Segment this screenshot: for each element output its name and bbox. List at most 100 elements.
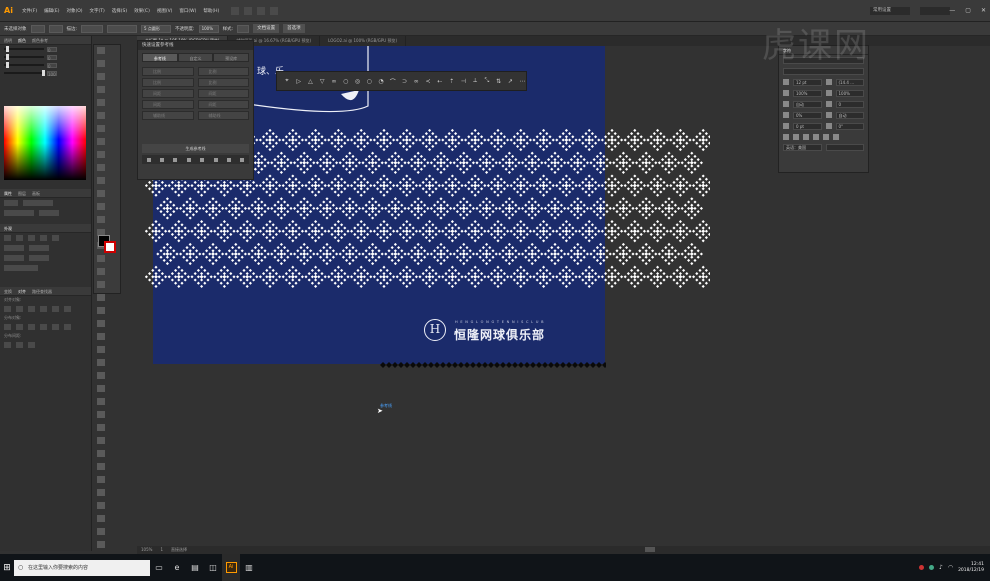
tool-icon[interactable] <box>97 385 105 392</box>
tool-icon[interactable] <box>97 424 105 431</box>
tool-icon[interactable] <box>97 489 105 496</box>
edge-browser-icon[interactable]: e <box>168 554 186 581</box>
distribute-icon[interactable] <box>28 324 35 330</box>
bridge-icon[interactable] <box>231 6 240 15</box>
path-tool-icon[interactable]: ▽ <box>318 78 326 85</box>
tab-document-3[interactable]: LOGO2.ai @ 100% (RGB/GPU 预览) <box>320 36 407 46</box>
path-tool-icon[interactable]: ∞ <box>330 78 338 85</box>
channel-value[interactable]: 0 <box>47 46 57 53</box>
tool-icon[interactable] <box>97 463 105 470</box>
aki-field[interactable]: 自动 <box>835 112 864 119</box>
tool-icon[interactable] <box>97 73 105 80</box>
guide-option[interactable]: 辅助线 <box>197 111 249 120</box>
guide-option[interactable]: 间距 <box>197 89 249 98</box>
brush-field[interactable]: 5 点圆形 <box>141 24 172 33</box>
guide-option[interactable]: 比例 <box>142 78 194 87</box>
menu-edit[interactable]: 编辑(E) <box>44 8 59 14</box>
rotation-field[interactable]: 0° <box>835 123 864 130</box>
tab-pathfinder[interactable]: 路径查找器 <box>32 287 52 295</box>
appearance-swatch[interactable] <box>28 235 35 241</box>
channel-value[interactable]: 0 <box>47 54 57 61</box>
align-icon[interactable] <box>226 157 231 162</box>
network-icon[interactable]: ◠ <box>948 564 953 571</box>
distribute-icon[interactable] <box>64 324 71 330</box>
all-caps-icon[interactable] <box>783 134 789 140</box>
close-button[interactable]: ✕ <box>981 7 986 14</box>
gpu-icon[interactable] <box>270 6 279 15</box>
align-icon[interactable] <box>200 157 205 162</box>
stock-search-input[interactable] <box>920 7 950 15</box>
tool-icon[interactable] <box>97 47 105 54</box>
menu-select[interactable]: 选择(S) <box>112 8 127 14</box>
appearance-swatch[interactable] <box>4 265 38 271</box>
tool-icon[interactable] <box>97 450 105 457</box>
path-tool-icon[interactable]: ⇅ <box>495 78 503 85</box>
appearance-swatch[interactable] <box>4 245 24 251</box>
path-tool-icon[interactable]: ▷ <box>295 78 303 85</box>
tool-icon[interactable] <box>97 398 105 405</box>
path-tool-icon[interactable]: ⊣ <box>459 78 467 85</box>
taskbar-search-input[interactable]: 在这里输入你要搜索的内容 <box>14 559 150 576</box>
tool-icon[interactable] <box>97 346 105 353</box>
align-middle-icon[interactable] <box>52 306 59 312</box>
tab-color[interactable]: 颜色 <box>18 36 26 44</box>
path-tool-icon[interactable]: ↗ <box>507 78 515 85</box>
preferences-button[interactable]: 首选项 <box>283 24 305 33</box>
guide-option[interactable]: 辅助线 <box>142 111 194 120</box>
menu-file[interactable]: 文件(F) <box>22 8 37 14</box>
distribute-icon[interactable] <box>16 324 23 330</box>
opacity-field[interactable]: 100% <box>198 24 219 33</box>
tool-icon[interactable] <box>97 190 105 197</box>
distribute-icon[interactable] <box>40 324 47 330</box>
distribute-icon[interactable] <box>4 324 11 330</box>
tracking-field[interactable]: 0 <box>835 101 864 108</box>
menu-window[interactable]: 窗口(W) <box>179 8 196 14</box>
fill-swatch[interactable] <box>30 24 45 33</box>
tool-icon[interactable] <box>97 268 105 275</box>
path-tool-icon[interactable]: ≺ <box>424 78 432 85</box>
subscript-icon[interactable] <box>813 134 819 140</box>
tab-transparency[interactable]: 透明 <box>4 36 12 44</box>
tab-transform[interactable]: 变换 <box>4 287 12 295</box>
channel-slider[interactable] <box>4 54 44 60</box>
tool-icon[interactable] <box>97 112 105 119</box>
property-field[interactable] <box>39 210 59 216</box>
tool-icon[interactable] <box>97 411 105 418</box>
path-tool-icon[interactable]: ○ <box>342 78 350 85</box>
path-tool-icon[interactable]: ⊃ <box>401 78 409 85</box>
tsume-field[interactable]: 0% <box>793 112 822 119</box>
tool-icon[interactable] <box>97 541 105 548</box>
menu-view[interactable]: 视图(V) <box>157 8 173 14</box>
align-icon[interactable] <box>186 157 191 162</box>
stroke-weight-field[interactable] <box>81 24 104 33</box>
menu-help[interactable]: 帮助(H) <box>203 8 219 14</box>
path-tool-icon[interactable]: ⋯ <box>518 78 526 85</box>
guide-option[interactable]: 比例 <box>197 67 249 76</box>
tab-artboards[interactable]: 画板 <box>32 189 40 197</box>
tool-icon[interactable] <box>97 138 105 145</box>
align-center-icon[interactable] <box>16 306 23 312</box>
align-icon[interactable] <box>173 157 178 162</box>
tab-guides[interactable]: 参考线 <box>142 53 178 62</box>
property-field[interactable] <box>4 210 34 216</box>
guide-option[interactable]: 间距 <box>197 100 249 109</box>
spacing-icon[interactable] <box>28 342 35 348</box>
appearance-swatch[interactable] <box>52 235 59 241</box>
guide-option[interactable]: 间距 <box>142 89 194 98</box>
menu-type[interactable]: 文字(T) <box>90 8 105 14</box>
tool-icon[interactable] <box>97 294 105 301</box>
align-icon[interactable] <box>146 157 151 162</box>
illustrator-taskbar-icon[interactable]: Ai <box>222 554 240 581</box>
tool-icon[interactable] <box>97 216 105 223</box>
tool-icon[interactable] <box>97 99 105 106</box>
arrange-icon[interactable] <box>257 6 266 15</box>
style-swatch[interactable] <box>237 24 250 33</box>
maximize-button[interactable]: ▢ <box>965 7 971 14</box>
align-icon[interactable] <box>240 157 245 162</box>
path-tool-icon[interactable]: ⇡ <box>448 78 456 85</box>
leading-field[interactable]: (14.4 ... <box>835 79 864 86</box>
path-tool-icon[interactable]: ⟂ <box>471 77 479 85</box>
guide-option[interactable]: 比例 <box>142 67 194 76</box>
task-view-icon[interactable]: ▭ <box>150 554 168 581</box>
tab-align[interactable]: 对齐 <box>18 287 26 295</box>
